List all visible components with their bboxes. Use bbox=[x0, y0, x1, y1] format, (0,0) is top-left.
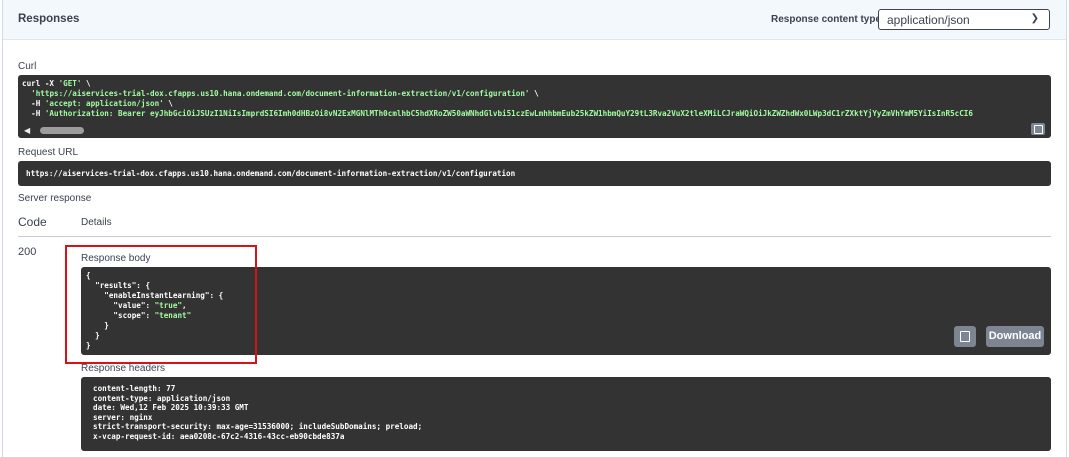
curl-code-block[interactable]: curl -X 'GET' \ 'https://aiservices-tria… bbox=[18, 75, 1051, 138]
response-body-text: { "results": { "enableInstantLearning": … bbox=[86, 271, 224, 350]
details-column-header: Details bbox=[81, 217, 112, 228]
responses-header: Responses Response content type applicat… bbox=[3, 0, 1066, 40]
response-body-block[interactable]: { "results": { "enableInstantLearning": … bbox=[81, 267, 1051, 355]
response-headers-text: content-length: 77 content-type: applica… bbox=[93, 384, 423, 441]
response-body-label: Response body bbox=[81, 253, 151, 264]
divider bbox=[18, 236, 1051, 237]
download-button[interactable]: Download bbox=[986, 326, 1044, 347]
response-headers-block[interactable]: content-length: 77 content-type: applica… bbox=[81, 377, 1051, 451]
content-type-select[interactable]: application/json ❯ bbox=[878, 9, 1050, 30]
content-type-label: Response content type bbox=[771, 14, 882, 25]
request-url-block[interactable]: https://aiservices-trial-dox.cfapps.us10… bbox=[18, 161, 1051, 186]
server-response-label: Server response bbox=[18, 193, 92, 204]
scroll-left-icon[interactable]: ◀ bbox=[24, 126, 30, 135]
request-url-label: Request URL bbox=[18, 147, 79, 158]
status-code: 200 bbox=[18, 246, 37, 258]
responses-title: Responses bbox=[18, 13, 80, 25]
response-headers-label: Response headers bbox=[81, 363, 165, 374]
copy-body-button[interactable] bbox=[954, 326, 976, 347]
scroll-thumb[interactable] bbox=[40, 127, 84, 134]
responses-panel: Responses Response content type applicat… bbox=[2, 0, 1067, 457]
code-column-header: Code bbox=[18, 215, 47, 229]
chevron-down-icon: ❯ bbox=[1030, 13, 1039, 24]
horizontal-scrollbar[interactable]: ◀ bbox=[18, 125, 1051, 136]
request-url-text: https://aiservices-trial-dox.cfapps.us10… bbox=[26, 169, 516, 178]
curl-label: Curl bbox=[18, 61, 37, 72]
curl-text: curl -X 'GET' \ 'https://aiservices-tria… bbox=[22, 79, 973, 118]
copy-curl-icon[interactable] bbox=[1031, 123, 1045, 135]
content-type-value: application/json bbox=[887, 13, 970, 27]
